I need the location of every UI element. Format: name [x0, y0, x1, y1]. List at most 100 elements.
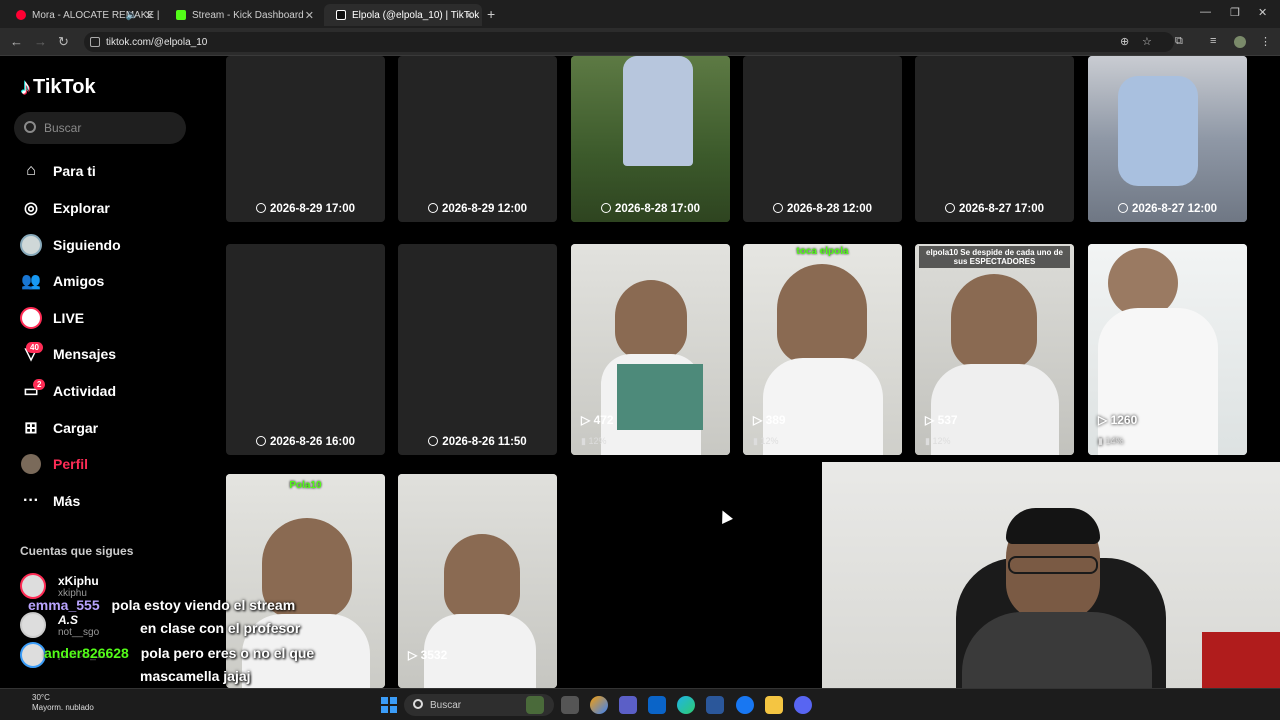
tiktok-logo[interactable]: ♪ TikTok	[20, 74, 96, 100]
upload-icon: ⊞	[24, 420, 38, 437]
chat-message: mascamella jajaj	[140, 668, 251, 684]
view-count: ▷ 3532	[408, 648, 448, 662]
bookmark-star-icon[interactable]: ☆	[1142, 35, 1152, 48]
date-text: 2026-8-26 11:50	[442, 436, 527, 448]
clock-icon	[1117, 203, 1128, 213]
nav-perfil[interactable]: Perfil	[20, 451, 88, 477]
scheduled-date: 2026-8-26 16:00	[226, 436, 385, 448]
chat-text: pola pero eres o no el que	[140, 645, 315, 661]
pct-text: 12%	[932, 436, 951, 446]
video-card[interactable]: elpola10 Se despide de cada uno de sus E…	[915, 244, 1074, 455]
clock-icon	[944, 203, 955, 213]
close-tab-icon[interactable]: ✕	[305, 9, 314, 22]
back-icon[interactable]: ←	[10, 34, 23, 49]
widget-icon[interactable]	[526, 696, 544, 714]
weather-desc: Mayorm. nublado	[32, 703, 94, 712]
tiktok-sidebar: ♪ TikTok Buscar ⌂ Para ti ◎ Explorar Sig…	[0, 56, 210, 688]
tab-title: Stream - Kick Dashboard	[192, 9, 304, 21]
teams-icon[interactable]	[619, 696, 637, 714]
person-face	[444, 534, 520, 620]
tab-search-icon[interactable]: ≡	[1210, 35, 1216, 47]
glasses	[1008, 556, 1098, 574]
person-figure	[623, 56, 693, 166]
nav-cargar[interactable]: ⊞ Cargar	[20, 415, 98, 441]
video-card[interactable]: 2026-8-29 12:00	[398, 56, 557, 222]
chat-message: ander826628 pola pero eres o no el que	[44, 645, 314, 661]
browser-menu-icon[interactable]: ⋮	[1260, 35, 1271, 48]
video-card[interactable]: 2026-8-27 12:00	[1088, 56, 1247, 222]
nav-siguiendo[interactable]: Siguiendo	[20, 232, 121, 258]
account-name: A.S	[58, 612, 79, 627]
person-shirt	[763, 358, 883, 455]
more-icon: ···	[23, 492, 39, 509]
view-count: ▷ 1260	[1098, 413, 1138, 427]
red-object	[1202, 632, 1280, 688]
video-card[interactable]: toca elpola ▷ 389 ▮ 12%	[743, 244, 902, 455]
views-text: 3532	[420, 648, 448, 662]
video-card[interactable]: 2026-8-28 17:00	[571, 56, 730, 222]
date-text: 2026-8-29 17:00	[269, 203, 356, 215]
zoom-icon[interactable]: ⊕	[1120, 35, 1129, 48]
mail-icon[interactable]	[648, 696, 666, 714]
retention-percent: ▮ 12%	[581, 436, 607, 446]
video-card[interactable]: ▷ 1260 ▮ 14%	[1088, 244, 1247, 455]
nav-amigos[interactable]: 👥 Amigos	[20, 268, 104, 294]
nav-para-ti[interactable]: ⌂ Para ti	[20, 158, 96, 184]
extensions-icon[interactable]: ⧉	[1175, 35, 1183, 48]
retention-percent: ▮ 14%	[1098, 436, 1124, 446]
pct-text: 12%	[760, 436, 779, 446]
streamer-webcam	[822, 462, 1280, 688]
video-card[interactable]: 2026-8-26 16:00	[226, 244, 385, 455]
copilot-icon[interactable]	[590, 696, 608, 714]
new-tab-button[interactable]: +	[487, 6, 495, 22]
video-card[interactable]: 2026-8-29 17:00	[226, 56, 385, 222]
close-window-icon[interactable]: ✕	[1258, 6, 1267, 19]
task-view-icon[interactable]	[561, 696, 579, 714]
views-text: 472	[593, 413, 614, 427]
tab-youtube[interactable]: Mora - ALOCATE REMAKE | 🔈 ✕	[4, 4, 162, 26]
video-card[interactable]: ▷ 472 ▮ 12%	[571, 244, 730, 455]
windows-taskbar: 30°C Mayorm. nublado Buscar	[0, 688, 1280, 720]
url-text: tiktok.com/@elpola_10	[106, 36, 208, 48]
tiktok-note-icon: ♪	[20, 74, 31, 99]
clock-icon	[428, 436, 439, 446]
weather-widget[interactable]: 30°C Mayorm. nublado	[32, 693, 94, 713]
start-button[interactable]	[381, 697, 397, 713]
person-face	[777, 264, 867, 364]
nav-label: Cargar	[53, 420, 99, 436]
pct-text: 14%	[1105, 436, 1124, 446]
video-card[interactable]: 2026-8-26 11:50	[398, 244, 557, 455]
tab-kick[interactable]: Stream - Kick Dashboard ✕	[164, 4, 322, 26]
nav-explorar[interactable]: ◎ Explorar	[20, 195, 110, 221]
minimize-icon[interactable]: —	[1200, 6, 1211, 18]
date-text: 2026-8-28 17:00	[614, 203, 701, 215]
reload-icon[interactable]: ↻	[58, 34, 69, 50]
close-tab-icon[interactable]: ✕	[145, 9, 154, 22]
nav-mas[interactable]: ··· Más	[20, 488, 80, 514]
video-card[interactable]: ▷ 3532	[398, 474, 557, 688]
following-account[interactable]: A.S not__sgo	[20, 612, 99, 638]
discord-icon[interactable]	[794, 696, 812, 714]
video-card[interactable]: 2026-8-28 12:00	[743, 56, 902, 222]
facebook-icon[interactable]	[736, 696, 754, 714]
date-text: 2026-8-26 16:00	[269, 436, 356, 448]
word-icon[interactable]	[706, 696, 724, 714]
file-explorer-icon[interactable]	[765, 696, 783, 714]
profile-avatar-icon[interactable]	[1234, 36, 1246, 48]
search-icon	[24, 121, 36, 133]
speaker-icon[interactable]: 🔈	[126, 10, 138, 21]
following-account[interactable]: xKiphu xkiphu	[20, 573, 99, 599]
tab-title: Mora - ALOCATE REMAKE |	[32, 9, 160, 21]
edge-icon[interactable]	[677, 696, 695, 714]
nav-live[interactable]: LIVE	[20, 305, 84, 331]
close-tab-icon[interactable]: ✕	[465, 9, 474, 22]
nav-label: Actividad	[53, 383, 117, 399]
forward-icon[interactable]: →	[34, 34, 47, 49]
tab-tiktok[interactable]: Elpola (@elpola_10) | TikTok ✕	[324, 4, 482, 26]
maximize-icon[interactable]: ❐	[1230, 6, 1240, 19]
search-input[interactable]: Buscar	[14, 112, 186, 144]
nav-label: Más	[53, 493, 81, 509]
video-card[interactable]: 2026-8-27 17:00	[915, 56, 1074, 222]
site-info-icon[interactable]	[90, 37, 100, 47]
url-field[interactable]: tiktok.com/@elpola_10	[84, 32, 1174, 52]
